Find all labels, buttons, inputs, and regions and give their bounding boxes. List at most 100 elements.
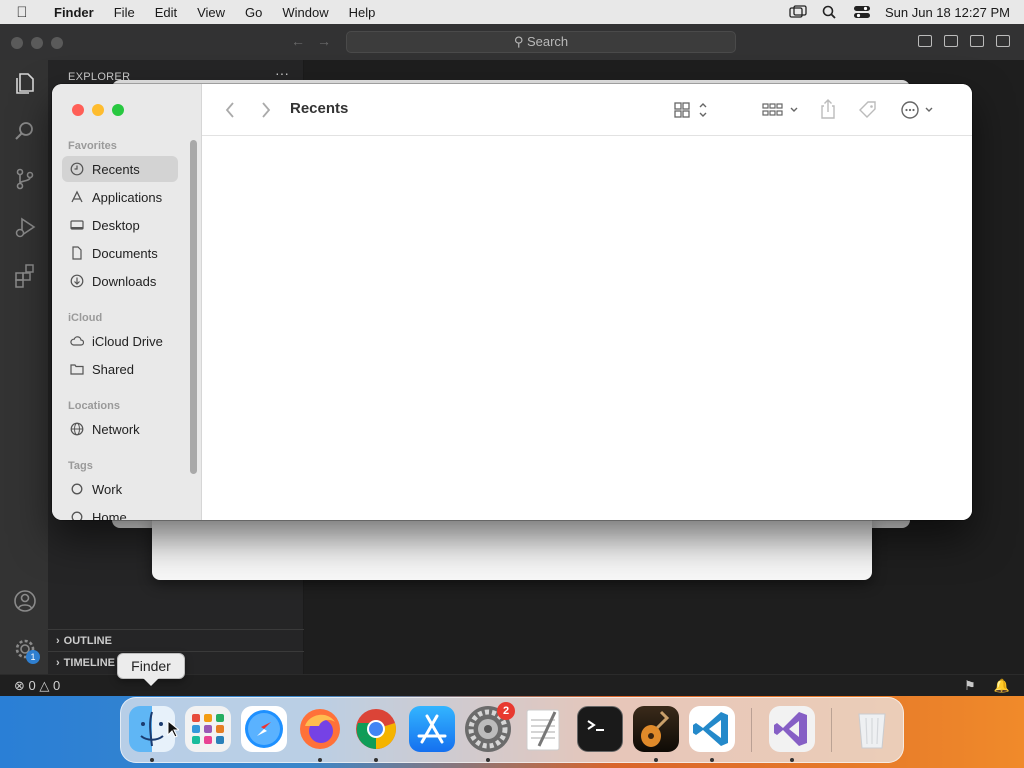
sidebar-item-shared[interactable]: Shared [62,356,178,382]
apple-menu-icon[interactable]:  [0,4,44,21]
run-debug-icon[interactable] [12,214,38,240]
control-center-icon[interactable] [853,5,871,19]
dock-trash-icon[interactable] [849,706,895,752]
dock-vscode-icon[interactable] [689,706,735,752]
sidebar-item-label: Downloads [92,273,157,289]
toggle-sidebar-icon[interactable] [918,35,932,47]
finder-toolbar: Recents [202,84,972,136]
finder-minimize-button[interactable] [92,104,104,116]
dock-visual-studio-icon[interactable] [769,706,815,752]
error-icon: ⊗ [14,678,25,693]
outline-label: OUTLINE [63,635,112,647]
command-center-search[interactable]: ⚲ Search [346,31,736,53]
system-settings-badge: 2 [497,702,515,720]
toggle-panel-icon[interactable] [944,35,958,47]
menu-go[interactable]: Go [235,5,272,20]
sidebar-item-label: Applications [92,189,163,205]
sidebar-item-downloads[interactable]: Downloads [62,268,178,294]
view-grid-icon[interactable] [674,101,712,119]
search-placeholder: Search [526,34,569,49]
problems-status[interactable]: ⊗ 0 △ 0 [14,675,60,697]
dock-launchpad-icon[interactable] [185,706,231,752]
sidebar-item-tag-home[interactable]: Home [62,504,178,520]
running-indicator [374,758,378,762]
download-icon [70,274,84,288]
menu-view[interactable]: View [187,5,235,20]
forward-arrow-icon[interactable]: → [317,33,331,49]
applications-icon [71,190,83,203]
running-indicator [150,758,154,762]
tag-circle-icon [71,483,83,495]
tooltip-arrow [143,678,159,686]
menu-clock[interactable]: Sun Jun 18 12:27 PM [885,5,1010,20]
dock-safari-icon[interactable] [241,706,287,752]
dock-separator [751,708,752,752]
extensions-icon[interactable] [12,262,38,288]
finder-zoom-button[interactable] [112,104,124,116]
globe-icon [70,422,84,436]
back-arrow-icon[interactable]: ← [291,33,305,49]
sidebar-item-icloud-drive[interactable]: iCloud Drive [62,328,178,354]
explorer-files-icon[interactable] [12,70,38,96]
icloud-group-label: iCloud [68,312,103,324]
tag-icon[interactable] [858,100,878,120]
sidebar-item-applications[interactable]: Applications [62,184,178,210]
dock-garageband-icon[interactable] [633,706,679,752]
menu-file[interactable]: File [104,5,145,20]
source-control-icon[interactable] [12,166,38,192]
sidebar-item-label: Work [92,481,123,497]
search-icon[interactable] [12,118,38,144]
back-chevron-icon[interactable] [224,101,236,119]
tag-circle-icon [71,511,83,520]
sidebar-scrollbar[interactable] [190,140,197,474]
finder-window-title: Recents [290,100,349,117]
dock-terminal-icon[interactable] [577,706,623,752]
sidebar-item-network[interactable]: Network [62,416,178,442]
notifications-bell-icon[interactable]: 🔔 [994,675,1010,697]
tags-group-label: Tags [68,460,93,472]
screen-mirroring-icon[interactable] [789,5,807,19]
chevron-right-icon: › [56,635,60,647]
toggle-secondary-sidebar-icon[interactable] [970,35,984,47]
sidebar-item-documents[interactable]: Documents [62,240,178,266]
warning-icon: △ [39,678,50,693]
dock-app-store-icon[interactable] [409,706,455,752]
background-window-bottom [152,520,872,580]
dock-firefox-icon[interactable] [297,706,343,752]
menu-edit[interactable]: Edit [145,5,187,20]
vscode-zoom-button[interactable] [51,37,63,49]
finder-content-area[interactable] [202,137,972,520]
menu-window[interactable]: Window [272,5,338,20]
clock-icon [70,162,84,176]
sidebar-item-recents[interactable]: Recents [62,156,178,182]
spotlight-search-icon[interactable] [821,5,839,19]
finder-close-button[interactable] [72,104,84,116]
cloud-icon [70,336,84,346]
customize-layout-icon[interactable] [996,35,1010,47]
share-icon[interactable] [820,98,836,120]
document-icon [72,246,82,260]
vscode-titlebar: ← → ⚲ Search [0,24,1024,60]
menu-app-name[interactable]: Finder [44,5,104,20]
more-actions-icon[interactable] [900,100,938,120]
group-by-icon[interactable] [762,101,802,119]
accounts-icon[interactable] [12,588,38,614]
explorer-more-button[interactable]: ··· [275,65,289,81]
running-indicator [710,758,714,762]
sidebar-item-desktop[interactable]: Desktop [62,212,178,238]
running-indicator [654,758,658,762]
running-indicator [318,758,322,762]
dock-textedit-icon[interactable] [521,706,567,752]
vscode-close-button[interactable] [11,37,23,49]
outline-section[interactable]: › OUTLINE [48,629,304,651]
dock-chrome-icon[interactable] [353,706,399,752]
menu-bar:  Finder File Edit View Go Window Help S… [0,0,1024,24]
finder-window: Favorites Recents Applications Desktop D… [52,84,972,520]
sidebar-item-label: Recents [92,161,140,177]
running-indicator [486,758,490,762]
sidebar-item-tag-work[interactable]: Work [62,476,178,502]
menu-help[interactable]: Help [339,5,386,20]
forward-chevron-icon[interactable] [260,101,272,119]
vscode-minimize-button[interactable] [31,37,43,49]
feedback-icon[interactable]: ⚑ [964,675,976,697]
